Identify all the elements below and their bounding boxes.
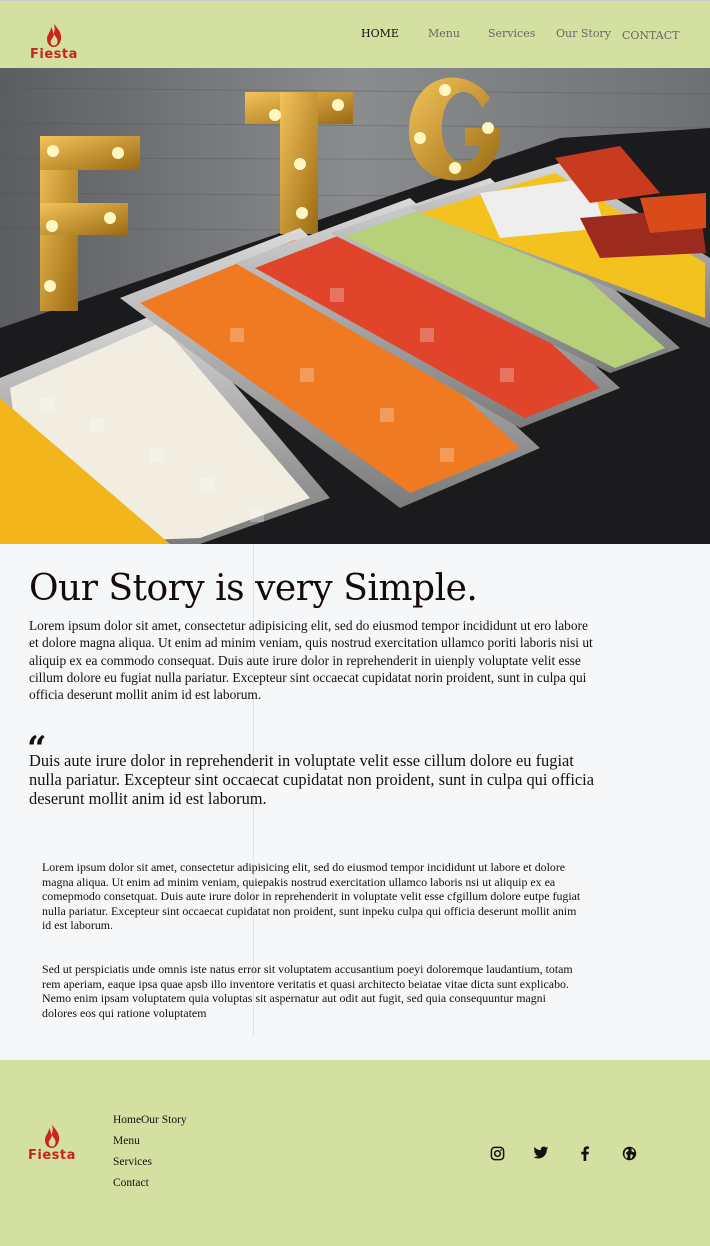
site-footer: Fiesta Home Our Story Menu Services Cont… (0, 1060, 710, 1246)
facebook-icon[interactable] (576, 1144, 594, 1162)
story-paragraph-3: Sed ut perspiciatis unde omnis iste natu… (42, 962, 573, 1020)
story-intro: Lorem ipsum dolor sit amet, consectetur … (29, 618, 593, 703)
hero-image (0, 68, 710, 544)
logo-wordmark: Fiesta (28, 1148, 76, 1163)
globe-icon[interactable] (620, 1144, 638, 1162)
twitter-icon[interactable] (532, 1144, 550, 1162)
footer-link-services[interactable]: Services (113, 1156, 152, 1168)
footer-logo[interactable]: Fiesta (28, 1123, 76, 1162)
flame-icon (44, 1124, 60, 1148)
flame-icon (46, 23, 62, 47)
footer-link-home[interactable]: Home (113, 1114, 141, 1126)
story-paragraph-2: Lorem ipsum dolor sit amet, consectetur … (42, 860, 581, 932)
instagram-icon[interactable] (488, 1144, 506, 1162)
nav-contact[interactable]: CONTACT (622, 29, 680, 42)
header-logo[interactable]: Fiesta (30, 22, 78, 61)
story-quote: Duis aute irure dolor in reprehenderit i… (29, 751, 594, 809)
footer-link-menu[interactable]: Menu (113, 1135, 140, 1147)
footer-link-our-story[interactable]: Our Story (141, 1114, 187, 1126)
story-title: Our Story is very Simple. (29, 568, 478, 609)
nav-menu[interactable]: Menu (428, 27, 460, 40)
site-header: Fiesta HOME Menu Services Our Story CONT… (0, 0, 710, 68)
logo-wordmark: Fiesta (30, 47, 78, 62)
nav-our-story[interactable]: Our Story (556, 27, 611, 40)
footer-link-contact[interactable]: Contact (113, 1177, 149, 1189)
food-buffet-photo (0, 68, 710, 544)
nav-home[interactable]: HOME (361, 27, 399, 40)
story-section: Our Story is very Simple. Lorem ipsum do… (0, 544, 710, 1060)
nav-services[interactable]: Services (488, 27, 535, 40)
